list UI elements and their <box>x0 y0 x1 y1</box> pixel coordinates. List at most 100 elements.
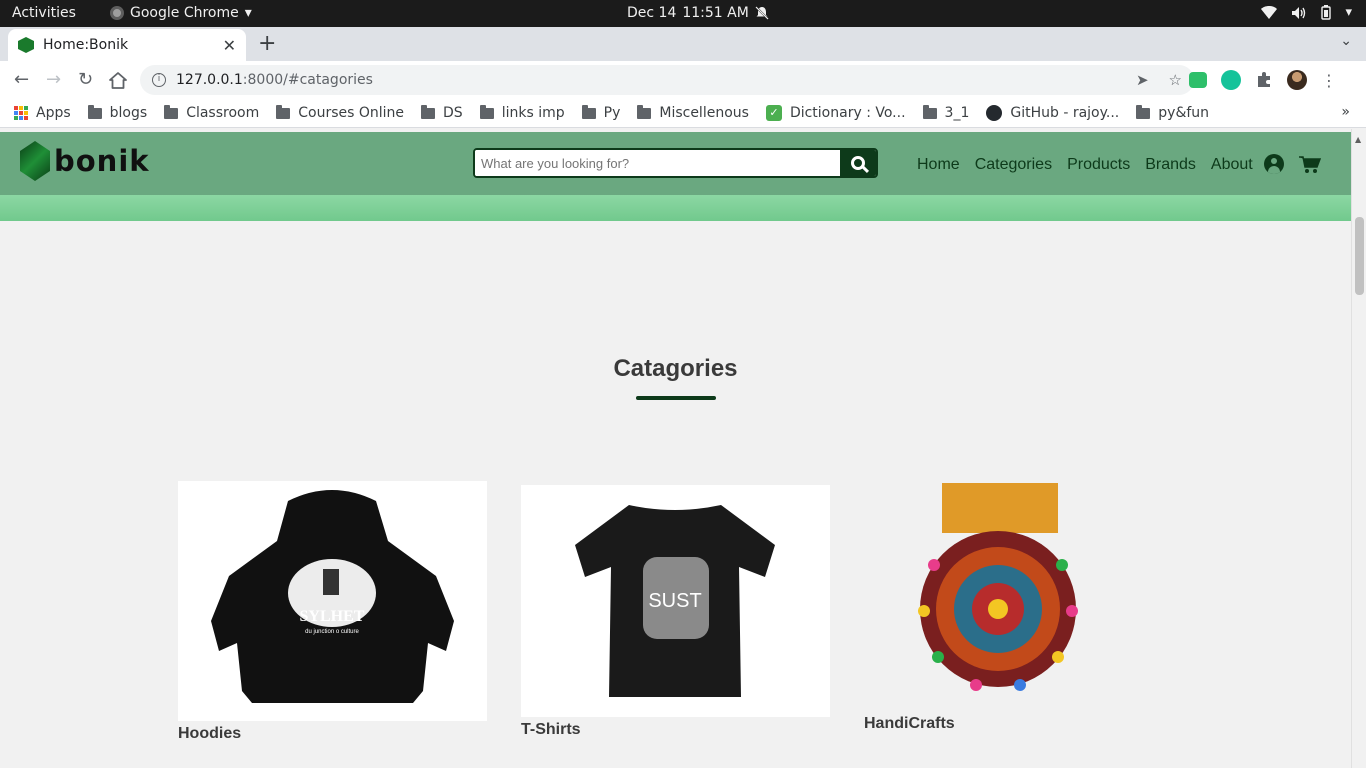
address-bar[interactable]: i 127.0.0.1:8000/#catagories ➤ ☆ <box>140 65 1194 95</box>
bonik-favicon-icon <box>18 37 34 53</box>
app-menu[interactable]: Google Chrome ▾ <box>110 5 252 21</box>
search-button[interactable] <box>840 150 876 176</box>
more-bookmarks-chevron-icon[interactable]: » <box>1341 104 1350 120</box>
apps-grid-icon <box>14 106 28 120</box>
bookmark-star-icon[interactable]: ☆ <box>1169 71 1182 89</box>
shopping-cart-icon[interactable] <box>1299 156 1321 174</box>
app-name: Google Chrome <box>130 5 239 21</box>
wifi-icon <box>1261 6 1278 19</box>
volume-icon <box>1292 6 1306 19</box>
bookmark-folder-py-fun[interactable]: py&fun <box>1136 104 1210 121</box>
checkmark-icon: ✓ <box>765 105 782 121</box>
reload-icon[interactable]: ↻ <box>78 69 93 90</box>
system-tray[interactable]: ▾ <box>1261 5 1352 20</box>
scrollbar-thumb[interactable] <box>1355 217 1364 295</box>
user-account-icon[interactable] <box>1264 154 1284 174</box>
nav-brands[interactable]: Brands <box>1145 156 1196 174</box>
hoodie-print-subtitle: du junction o culture <box>305 629 359 635</box>
category-label-hoodies[interactable]: Hoodies <box>178 725 241 743</box>
category-image-handicrafts[interactable] <box>864 481 1086 713</box>
clock-date: Dec 14 <box>627 5 677 21</box>
folder-icon <box>1136 104 1151 119</box>
bookmark-folder-blogs[interactable]: blogs <box>87 104 148 121</box>
bookmark-github[interactable]: GitHub - rajoy... <box>986 105 1119 121</box>
folder-icon <box>922 104 937 119</box>
bookmark-folder-3-1[interactable]: 3_1 <box>922 104 970 121</box>
folder-icon <box>276 104 291 119</box>
bookmark-dictionary[interactable]: ✓ Dictionary : Vo... <box>765 105 906 121</box>
bookmark-label: links imp <box>501 105 565 121</box>
browser-toolbar: ← → ↻ i 127.0.0.1:8000/#catagories ➤ ☆ ⋮ <box>0 61 1366 99</box>
bonik-logo[interactable]: bonik <box>20 141 150 181</box>
category-image-t-shirts[interactable]: SUST <box>521 485 830 717</box>
bookmark-label: 3_1 <box>944 105 970 121</box>
bookmark-folder-miscellenous[interactable]: Miscellenous <box>637 104 749 121</box>
close-tab-icon[interactable]: ✕ <box>223 36 236 55</box>
nav-about[interactable]: About <box>1211 156 1253 174</box>
section-title-underline <box>636 396 716 400</box>
activities-button[interactable]: Activities <box>12 5 76 21</box>
folder-icon <box>421 104 436 119</box>
bookmark-label: GitHub - rajoy... <box>1010 105 1120 121</box>
site-info-icon[interactable]: i <box>152 73 166 87</box>
site-header: bonik Home Categories Products Brands Ab… <box>0 132 1351 195</box>
chrome-menu-kebab-icon[interactable]: ⋮ <box>1321 71 1337 90</box>
bookmark-label: Miscellenous <box>659 105 749 121</box>
os-top-bar: Activities Google Chrome ▾ Dec 14 11:51 … <box>0 0 1366 27</box>
back-arrow-icon[interactable]: ← <box>14 69 29 90</box>
github-icon <box>986 105 1003 121</box>
header-green-strip <box>0 195 1351 221</box>
folder-icon <box>87 104 102 119</box>
bookmark-label: DS <box>443 105 463 121</box>
home-icon[interactable] <box>109 72 127 89</box>
tab-strip: Home:Bonik ✕ + ⌄ <box>0 27 1366 61</box>
profile-avatar[interactable] <box>1287 70 1307 90</box>
page-viewport: bonik Home Categories Products Brands Ab… <box>0 129 1351 768</box>
inbox-extension-icon[interactable] <box>1189 72 1207 88</box>
folder-icon <box>479 104 494 119</box>
bookmark-folder-courses-online[interactable]: Courses Online <box>276 104 405 121</box>
nav-products[interactable]: Products <box>1067 156 1130 174</box>
t-shirt-image: SUST <box>575 505 775 697</box>
grammarly-extension-icon[interactable] <box>1221 70 1241 90</box>
bookmark-folder-links-imp[interactable]: links imp <box>479 104 565 121</box>
bonik-logo-icon <box>20 141 50 181</box>
section-title: Catagories <box>613 355 738 382</box>
tab-search-chevron-icon[interactable]: ⌄ <box>1340 33 1352 49</box>
site-search <box>473 148 878 178</box>
bookmark-label: Dictionary : Vo... <box>789 105 906 121</box>
bookmark-label: Courses Online <box>298 105 405 121</box>
send-tab-icon[interactable]: ➤ <box>1136 71 1149 89</box>
handicraft-bag-image <box>918 483 1078 691</box>
bookmark-apps[interactable]: Apps <box>14 105 71 121</box>
site-search-input[interactable] <box>475 150 840 176</box>
folder-icon <box>581 104 596 119</box>
url-host: 127.0.0.1 <box>176 72 243 88</box>
folder-icon <box>637 104 652 119</box>
category-image-hoodies[interactable]: SYLHET du junction o culture <box>178 481 487 721</box>
forward-arrow-icon[interactable]: → <box>46 69 61 90</box>
battery-icon <box>1321 5 1332 20</box>
bookmark-folder-classroom[interactable]: Classroom <box>164 104 259 121</box>
t-shirt-print-title: SUST <box>648 590 701 612</box>
extensions-puzzle-icon[interactable] <box>1255 71 1273 89</box>
bookmark-label: blogs <box>109 105 148 121</box>
logo-text: bonik <box>54 144 150 178</box>
category-label-handicrafts[interactable]: HandiCrafts <box>864 715 955 733</box>
tab-home-bonik[interactable]: Home:Bonik ✕ <box>8 29 246 61</box>
nav-home[interactable]: Home <box>917 156 960 174</box>
category-label-t-shirts[interactable]: T-Shirts <box>521 721 581 739</box>
tab-title: Home:Bonik <box>43 37 129 53</box>
new-tab-plus-icon[interactable]: + <box>258 31 276 56</box>
bookmarks-bar: Apps blogs Classroom Courses Online DS l… <box>0 99 1366 128</box>
bookmark-folder-py[interactable]: Py <box>581 104 620 121</box>
caret-down-icon: ▾ <box>244 5 252 21</box>
nav-categories[interactable]: Categories <box>975 156 1052 174</box>
page-scrollbar[interactable]: ▲ <box>1351 129 1366 768</box>
bookmark-label: py&fun <box>1158 105 1210 121</box>
extensions-area: ⋮ <box>1189 70 1337 90</box>
clock-time: 11:51 AM <box>682 5 749 21</box>
clock[interactable]: Dec 14 11:51 AM <box>627 5 769 21</box>
bookmark-folder-ds[interactable]: DS <box>421 104 463 121</box>
scroll-up-arrow-icon[interactable]: ▲ <box>1355 135 1361 144</box>
